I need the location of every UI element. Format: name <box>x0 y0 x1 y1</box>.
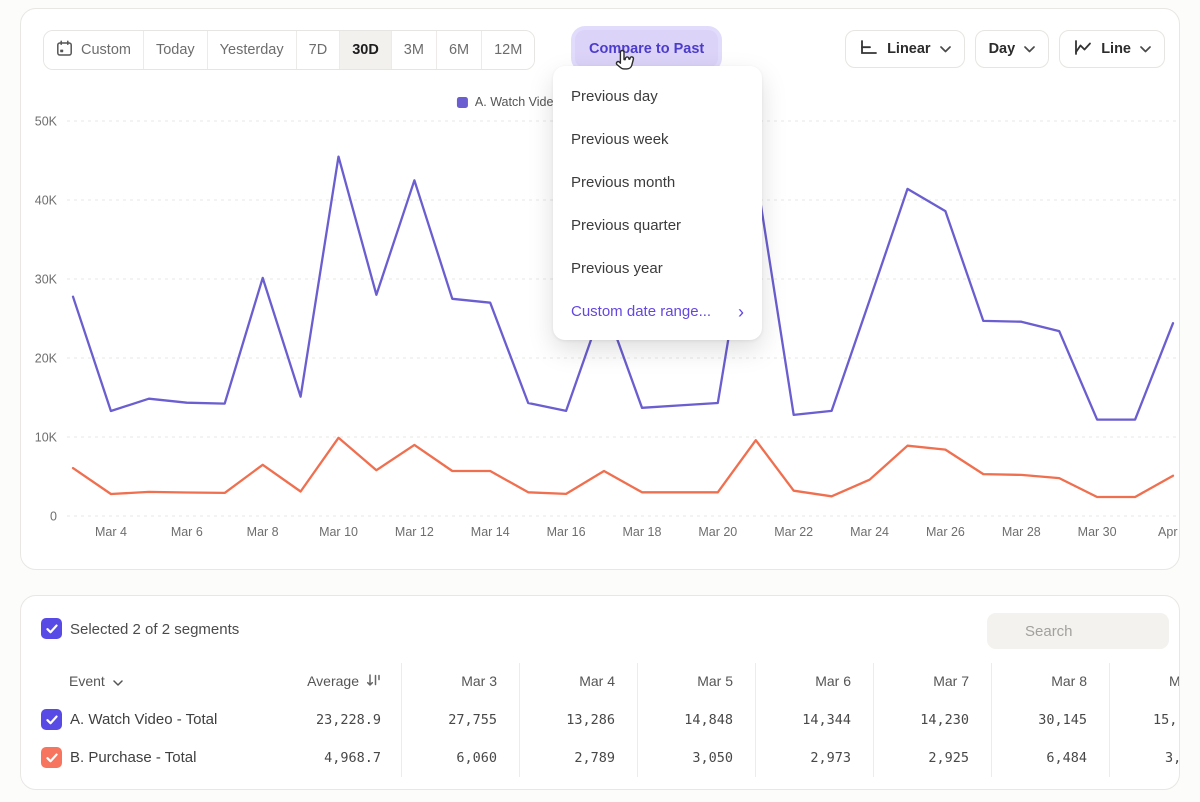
value-cell: 14,344 <box>755 712 873 728</box>
y-axis-tick-label: 50K <box>35 115 58 129</box>
x-axis-tick-label: Mar 4 <box>95 525 127 539</box>
date-column-header[interactable]: Mar 4 <box>519 663 637 699</box>
value-cell: 27,755 <box>401 712 519 728</box>
x-axis-tick-label: Mar 6 <box>171 525 203 539</box>
value-cell: 14,848 <box>637 712 755 728</box>
custom-date-range-label: Custom date range... <box>571 303 711 320</box>
series-b-line[interactable] <box>73 438 1173 497</box>
average-value-cell: 23,228.9 <box>201 712 401 728</box>
y-axis-tick-label: 30K <box>35 273 58 287</box>
compare-to-past-menu: Previous dayPrevious weekPrevious monthP… <box>553 66 762 340</box>
x-axis-tick-label: Mar 24 <box>850 525 889 539</box>
row-checkbox-watch-video[interactable] <box>41 709 62 730</box>
x-axis-tick-label: Apr 1 <box>1158 525 1181 539</box>
selected-segments-label: Selected 2 of 2 segments <box>70 621 239 638</box>
value-cell: 2,789 <box>519 750 637 766</box>
x-axis-tick-label: Mar 8 <box>247 525 279 539</box>
average-value-cell: 4,968.7 <box>201 750 401 766</box>
segments-table-card: Selected 2 of 2 segments Event Average M… <box>20 595 1180 790</box>
menu-item-previous-year[interactable]: Previous year <box>553 247 762 290</box>
menu-item-previous-week[interactable]: Previous week <box>553 118 762 161</box>
date-column-header[interactable]: Mar 5 <box>637 663 755 699</box>
value-cell: 13,286 <box>519 712 637 728</box>
date-column-header[interactable]: Mar 3 <box>401 663 519 699</box>
event-header-label: Event <box>69 673 105 689</box>
x-axis-tick-label: Mar 26 <box>926 525 965 539</box>
clipped-value-cell: 15, <box>1153 712 1180 728</box>
segment-row-label: A. Watch Video - Total <box>70 711 217 728</box>
event-column-header[interactable]: Event <box>69 663 123 699</box>
x-axis-tick-label: Mar 12 <box>395 525 434 539</box>
value-cell: 2,925 <box>873 750 991 766</box>
value-cell: 30,145 <box>991 712 1109 728</box>
chevron-down-icon <box>113 673 123 689</box>
y-axis-tick-label: 40K <box>35 194 58 208</box>
x-axis-tick-label: Mar 14 <box>471 525 510 539</box>
menu-item-custom-date-range[interactable]: Custom date range... › <box>553 290 762 333</box>
x-axis-tick-label: Mar 18 <box>623 525 662 539</box>
value-cell: 6,484 <box>991 750 1109 766</box>
row-checkbox-purchase[interactable] <box>41 747 62 768</box>
x-axis-tick-label: Mar 20 <box>698 525 737 539</box>
search-input[interactable] <box>987 613 1169 649</box>
menu-item-previous-day[interactable]: Previous day <box>553 75 762 118</box>
clipped-value-cell: 3, <box>1165 750 1180 766</box>
x-axis-tick-label: Mar 10 <box>319 525 358 539</box>
segment-row-label: B. Purchase - Total <box>70 749 196 766</box>
chevron-right-icon: › <box>738 303 744 321</box>
y-axis-tick-label: 20K <box>35 352 58 366</box>
clipped-date-column-header: M <box>1169 663 1180 699</box>
select-all-checkbox[interactable] <box>41 618 62 639</box>
column-separator <box>1109 663 1110 777</box>
y-axis-tick-label: 10K <box>35 431 58 445</box>
date-column-header[interactable]: Mar 6 <box>755 663 873 699</box>
menu-item-previous-month[interactable]: Previous month <box>553 161 762 204</box>
average-column-header[interactable]: Average <box>201 663 401 699</box>
sort-descending-icon[interactable] <box>366 673 381 690</box>
x-axis-tick-label: Mar 30 <box>1078 525 1117 539</box>
x-axis-tick-label: Mar 22 <box>774 525 813 539</box>
value-cell: 3,050 <box>637 750 755 766</box>
value-cell: 14,230 <box>873 712 991 728</box>
average-header-label: Average <box>307 673 359 689</box>
value-cell: 2,973 <box>755 750 873 766</box>
date-column-header[interactable]: Mar 7 <box>873 663 991 699</box>
x-axis-tick-label: Mar 16 <box>547 525 586 539</box>
y-axis-tick-label: 0 <box>50 510 57 524</box>
x-axis-tick-label: Mar 28 <box>1002 525 1041 539</box>
menu-item-previous-quarter[interactable]: Previous quarter <box>553 204 762 247</box>
value-cell: 6,060 <box>401 750 519 766</box>
date-column-header[interactable]: Mar 8 <box>991 663 1109 699</box>
